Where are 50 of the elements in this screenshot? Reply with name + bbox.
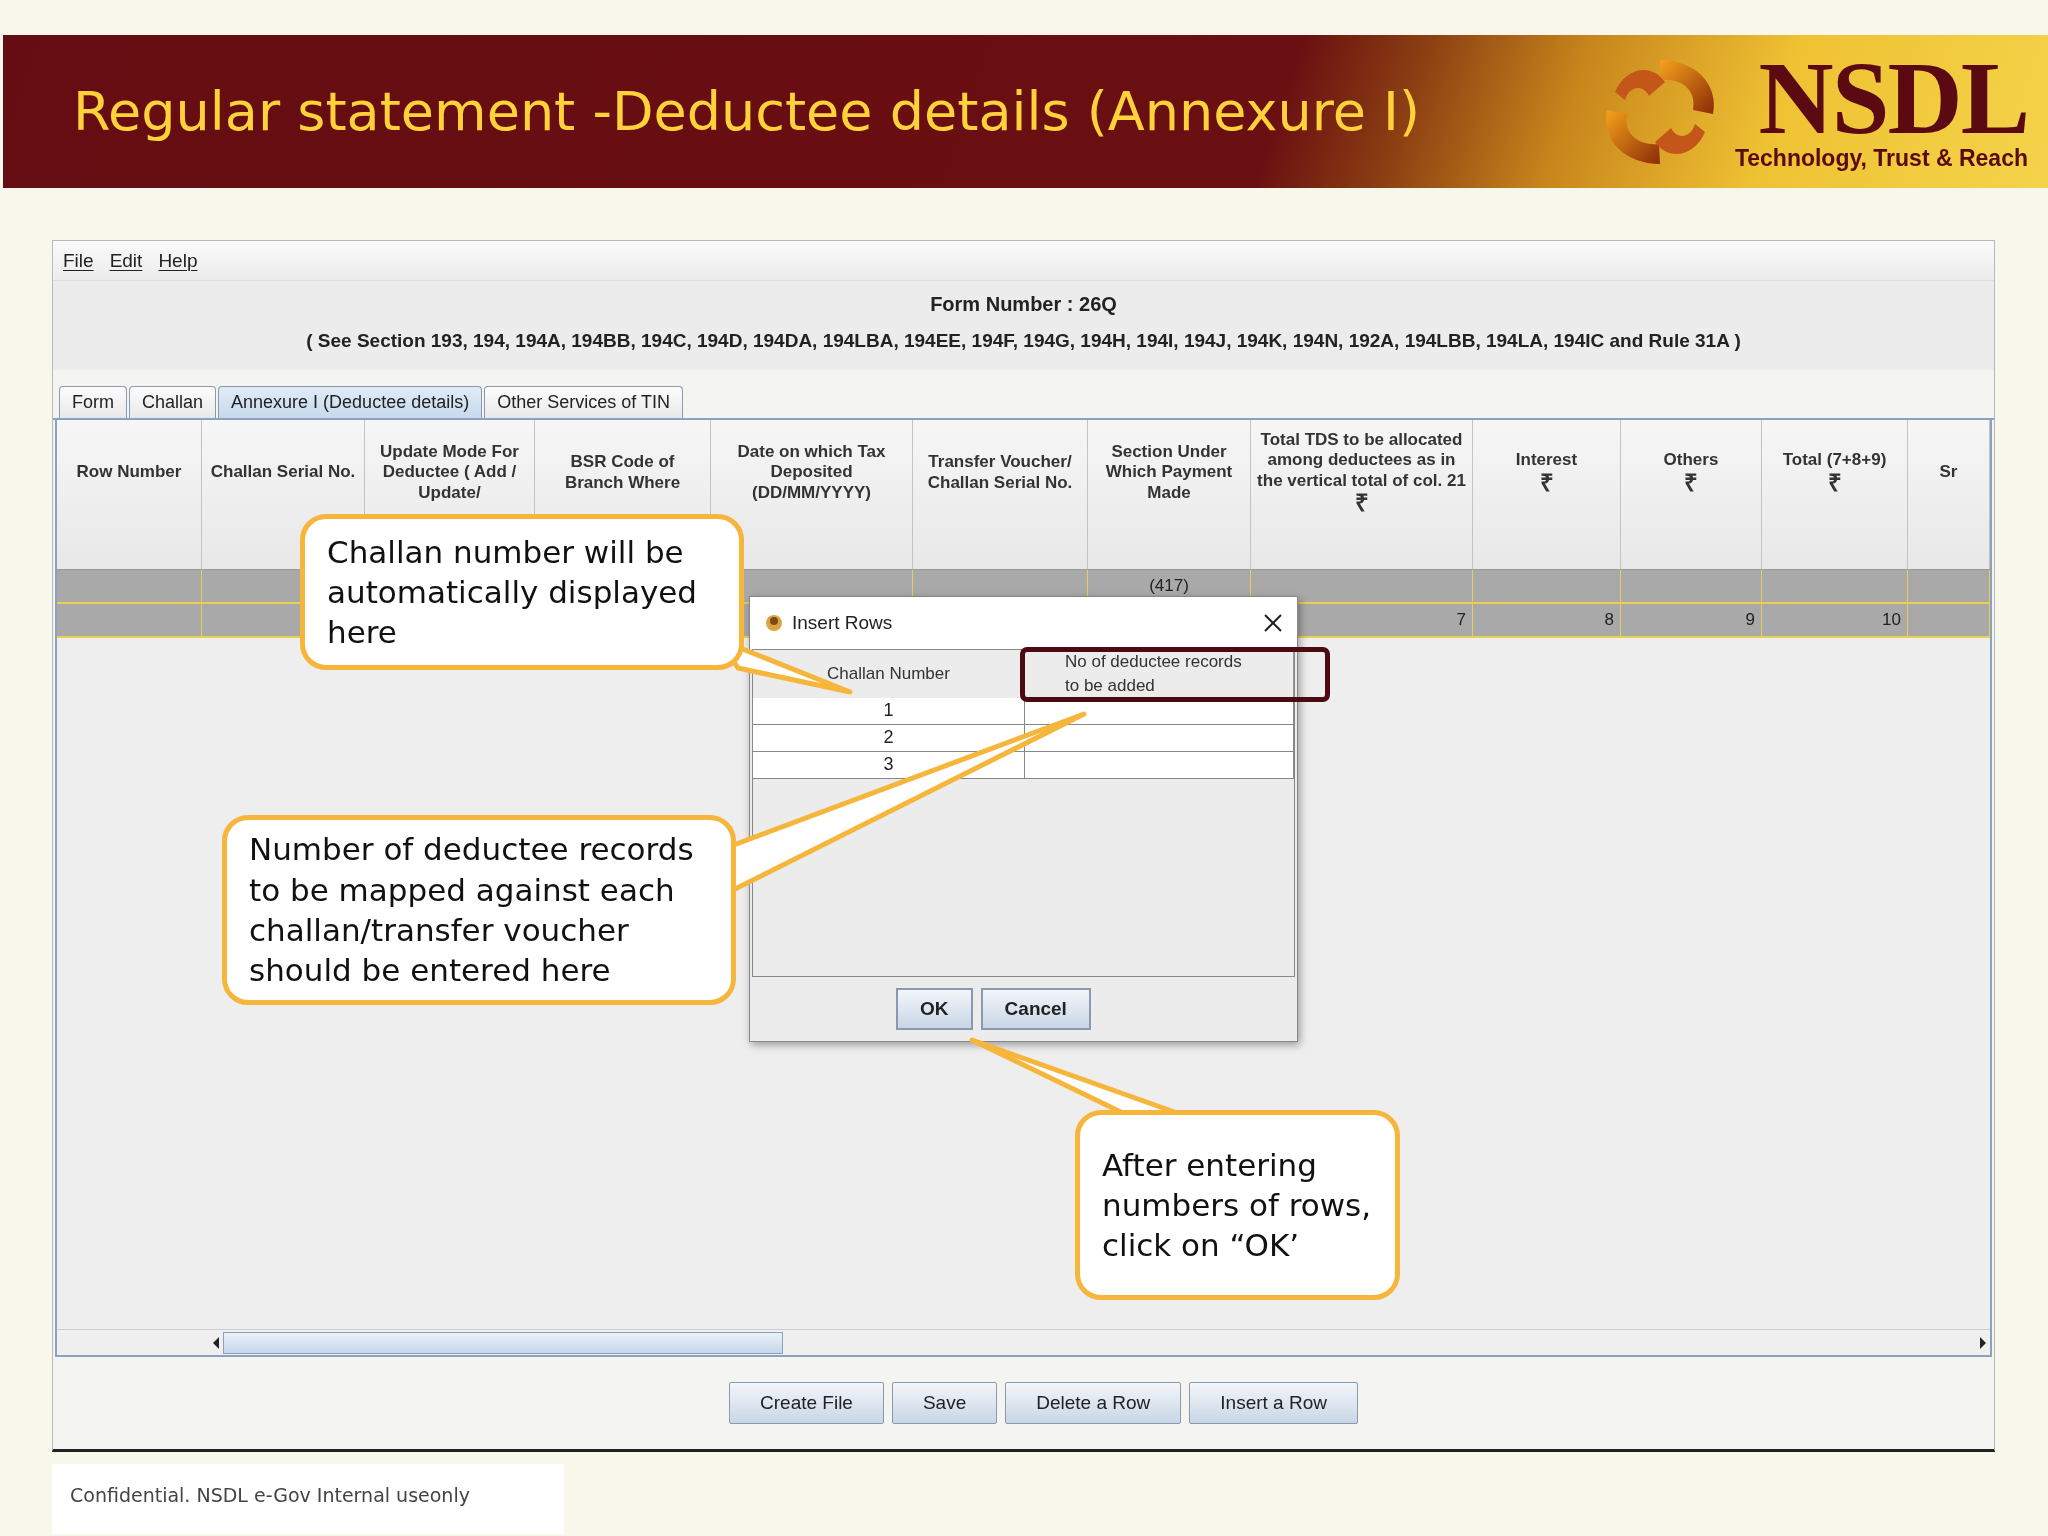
column-label: Section Under Which Payment Made bbox=[1104, 441, 1234, 504]
menu-item[interactable]: File bbox=[63, 249, 94, 272]
table-cell: 8 bbox=[1473, 604, 1621, 636]
rupee-symbol: ₹ bbox=[1539, 470, 1554, 495]
column-label: Interest bbox=[1515, 450, 1578, 471]
column-label: Challan Serial No. bbox=[210, 462, 356, 483]
column-label: Date on which Tax Deposited (DD/MM/YYYY) bbox=[736, 441, 887, 504]
menu-item[interactable]: Help bbox=[158, 249, 198, 272]
column-label: Total (7+8+9) bbox=[1782, 450, 1887, 471]
table-cell: 9 bbox=[1621, 604, 1762, 636]
logo-wordmark: NSDL bbox=[1758, 51, 2028, 145]
rupee-symbol: ₹ bbox=[1684, 470, 1698, 495]
footer-text: Confidential. NSDL e-Gov Internal useonly bbox=[70, 1484, 470, 1506]
table-cell: 1 bbox=[753, 698, 1025, 725]
app-icon bbox=[764, 612, 784, 634]
column-label: Others bbox=[1663, 450, 1719, 471]
dialog-title: Insert Rows bbox=[792, 612, 894, 634]
column-label: Total TDS to be allocated among deductees as in the vertical total of col. 21 bbox=[1257, 429, 1466, 492]
rupee-symbol: ₹ bbox=[1827, 470, 1842, 495]
scrollbar-thumb[interactable] bbox=[223, 1331, 783, 1354]
form-number: Form Number : 26Q bbox=[930, 293, 1117, 316]
input-field[interactable] bbox=[1025, 725, 1294, 752]
close-icon[interactable] bbox=[1263, 613, 1283, 633]
table-cell: 10 bbox=[1762, 604, 1908, 636]
callout-text: Number of deductee records to be mapped against each challan/transfer voucher should be entered here bbox=[249, 830, 695, 991]
tab[interactable]: Challan bbox=[129, 386, 217, 418]
menu-item[interactable]: Edit bbox=[109, 249, 143, 272]
column-label: Sr bbox=[1939, 462, 1958, 483]
action-button[interactable]: Insert a Row bbox=[1189, 1382, 1358, 1424]
column-label: Row Number bbox=[76, 462, 182, 483]
input-field[interactable] bbox=[1025, 752, 1294, 779]
rupee-symbol: ₹ bbox=[1354, 491, 1369, 516]
tab[interactable]: Form bbox=[59, 386, 127, 418]
horizontal-scrollbar[interactable] bbox=[57, 1329, 1990, 1355]
action-button[interactable]: Delete a Row bbox=[1005, 1382, 1182, 1424]
section-list: ( See Section 193, 194, 194A, 194BB, 194C, 194D, 194DA, 194LBA, 194EE, 194F, 194G, 194H, 194I, 194J, 194K, 194N, 192A, 194LBB, 194LA, 194IC and Rule 31A ) bbox=[306, 330, 1741, 352]
dialog-button[interactable]: Cancel bbox=[980, 988, 1091, 1030]
column-label: Transfer Voucher/ Challan Serial No. bbox=[926, 452, 1074, 493]
column-label: Update Mode For Deductee ( Add / Update/ bbox=[379, 441, 520, 504]
callout-text: After entering numbers of rows, click on “OK’ bbox=[1102, 1145, 1373, 1266]
callout-text: Challan number will be automatically displayed here bbox=[327, 532, 699, 653]
dialog-button[interactable]: OK bbox=[896, 988, 973, 1030]
column-label: BSR Code of Branch Where bbox=[563, 452, 682, 493]
table-cell: 2 bbox=[753, 725, 1025, 752]
tab[interactable]: Other Services of TIN bbox=[484, 386, 683, 418]
logo-tagline: Technology, Trust & Reach bbox=[1734, 144, 2028, 172]
tab[interactable]: Annexure I (Deductee details) bbox=[218, 386, 483, 418]
action-button[interactable]: Save bbox=[891, 1382, 998, 1424]
action-button[interactable]: Create File bbox=[729, 1382, 884, 1424]
slide-title: Regular statement -Deductee details (Annexure I) bbox=[73, 80, 1421, 143]
